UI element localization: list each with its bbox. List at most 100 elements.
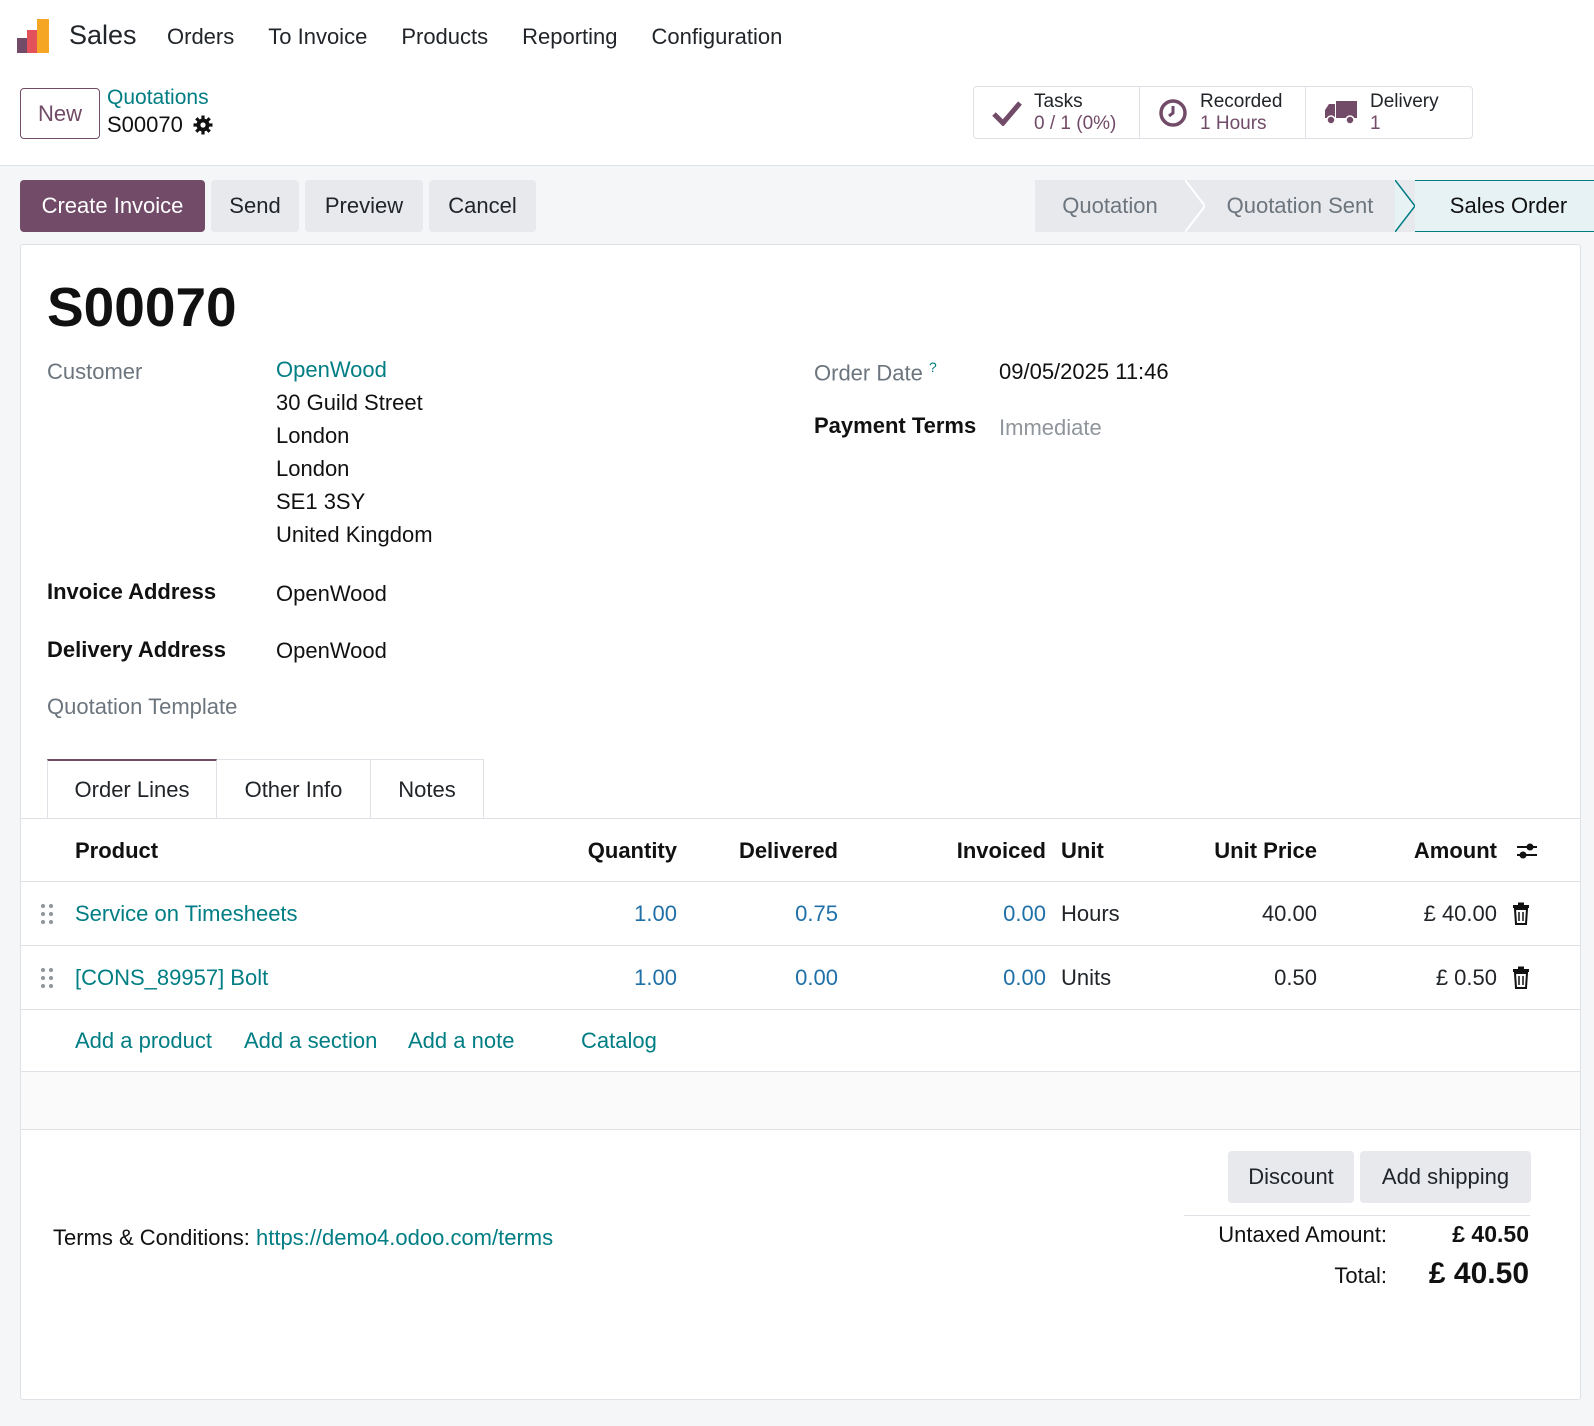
preview-button[interactable]: Preview xyxy=(305,180,423,232)
tasks-smart-button[interactable]: Tasks 0 / 1 (0%) xyxy=(974,87,1140,138)
row-unit[interactable]: Hours xyxy=(1061,882,1120,946)
add-shipping-button[interactable]: Add shipping xyxy=(1360,1151,1531,1203)
menu-to-invoice[interactable]: To Invoice xyxy=(268,24,367,50)
stage-quotation-sent[interactable]: Quotation Sent xyxy=(1205,180,1395,232)
address-line: SE1 3SY xyxy=(276,489,366,514)
payment-terms-field[interactable]: Immediate xyxy=(999,415,1102,441)
sales-app-icon[interactable] xyxy=(16,18,52,54)
row-product[interactable]: [CONS_89957] Bolt xyxy=(75,946,268,1010)
stage-pipeline: Quotation Quotation Sent Sales Order xyxy=(1035,180,1594,232)
stage-arrow-icon xyxy=(1185,180,1205,232)
delivery-value: 1 xyxy=(1370,112,1381,134)
row-quantity[interactable]: 1.00 xyxy=(541,882,677,946)
total-value: £ 40.50 xyxy=(1428,1257,1529,1290)
gear-icon[interactable] xyxy=(193,115,213,135)
recorded-smart-button[interactable]: Recorded 1 Hours xyxy=(1140,87,1306,138)
total-label: Total: xyxy=(1334,1263,1387,1288)
header-invoiced[interactable]: Invoiced xyxy=(901,819,1046,883)
clock-icon xyxy=(1159,98,1187,127)
menu-reporting[interactable]: Reporting xyxy=(522,24,617,50)
tab-other-info[interactable]: Other Info xyxy=(217,759,371,819)
empty-row xyxy=(21,1072,1580,1130)
terms-label: Terms & Conditions: xyxy=(53,1225,250,1250)
header-unit[interactable]: Unit xyxy=(1061,819,1104,883)
tab-order-lines[interactable]: Order Lines xyxy=(47,759,217,819)
customer-field[interactable]: OpenWood 30 Guild Street London London S… xyxy=(276,353,433,551)
table-row[interactable]: [CONS_89957] Bolt 1.00 0.00 0.00 Units 0… xyxy=(21,946,1580,1010)
top-navbar: Sales Orders To Invoice Products Reporti… xyxy=(0,0,1594,74)
catalog-link[interactable]: Catalog xyxy=(581,1028,657,1054)
delivery-smart-button[interactable]: Delivery 1 xyxy=(1306,87,1472,138)
tasks-label: Tasks xyxy=(1034,90,1083,112)
main-menu: Orders To Invoice Products Reporting Con… xyxy=(167,24,816,50)
status-bar: Create Invoice Send Preview Cancel Quota… xyxy=(0,166,1594,244)
form-tabs: Order Lines Other Info Notes xyxy=(47,759,484,819)
row-amount: £ 40.00 xyxy=(1423,901,1497,926)
address-line: United Kingdom xyxy=(276,522,433,547)
stage-quotation[interactable]: Quotation xyxy=(1035,180,1185,232)
discount-button[interactable]: Discount xyxy=(1228,1151,1354,1203)
app-name[interactable]: Sales xyxy=(69,20,137,51)
quotation-template-label: Quotation Template xyxy=(47,694,238,719)
row-unit[interactable]: Units xyxy=(1061,946,1111,1010)
new-button[interactable]: New xyxy=(20,88,100,139)
row-invoiced[interactable]: 0.00 xyxy=(901,946,1046,1010)
add-line-row: Add a product Add a section Add a note C… xyxy=(21,1010,1580,1072)
row-product[interactable]: Service on Timesheets xyxy=(75,882,298,946)
delivery-address-field[interactable]: OpenWood xyxy=(276,638,387,664)
tab-notes[interactable]: Notes xyxy=(371,759,484,819)
header-product[interactable]: Product xyxy=(75,819,158,883)
menu-orders[interactable]: Orders xyxy=(167,24,234,50)
row-delivered[interactable]: 0.75 xyxy=(701,882,838,946)
menu-products[interactable]: Products xyxy=(401,24,488,50)
drag-handle-icon[interactable] xyxy=(40,966,54,990)
table-row[interactable]: Service on Timesheets 1.00 0.75 0.00 Hou… xyxy=(21,882,1580,946)
terms-and-conditions: Terms & Conditions: https://demo4.odoo.c… xyxy=(53,1225,553,1251)
drag-handle-icon[interactable] xyxy=(40,902,54,926)
add-note-link[interactable]: Add a note xyxy=(408,1028,514,1054)
header-amount[interactable]: Amount xyxy=(1361,819,1497,883)
smart-buttons: Tasks 0 / 1 (0%) Recorded 1 Hours Delive… xyxy=(973,86,1473,139)
order-date-field[interactable]: 09/05/2025 11:46 xyxy=(999,359,1169,385)
cancel-button[interactable]: Cancel xyxy=(429,180,536,232)
row-quantity[interactable]: 1.00 xyxy=(541,946,677,1010)
invoice-address-field[interactable]: OpenWood xyxy=(276,581,387,607)
table-header: Product Quantity Delivered Invoiced Unit… xyxy=(21,818,1580,882)
untaxed-amount-label: Untaxed Amount: xyxy=(1218,1222,1387,1247)
row-delivered[interactable]: 0.00 xyxy=(701,946,838,1010)
row-invoiced[interactable]: 0.00 xyxy=(901,882,1046,946)
menu-configuration[interactable]: Configuration xyxy=(652,24,783,50)
add-product-link[interactable]: Add a product xyxy=(75,1028,212,1054)
header-unit-price[interactable]: Unit Price xyxy=(1171,819,1317,883)
breadcrumb-current: S00070 xyxy=(107,112,213,138)
address-line: London xyxy=(276,456,350,481)
stage-arrow-icon xyxy=(1395,180,1415,232)
send-button[interactable]: Send xyxy=(211,180,299,232)
check-icon xyxy=(992,100,1022,126)
help-icon[interactable]: ? xyxy=(929,359,937,375)
order-date-label-text: Order Date xyxy=(814,360,923,386)
recorded-label: Recorded xyxy=(1200,90,1283,112)
delivery-label: Delivery xyxy=(1370,90,1439,112)
customer-name-link[interactable]: OpenWood xyxy=(276,353,433,386)
trash-icon[interactable] xyxy=(1511,902,1531,926)
header-delivered[interactable]: Delivered xyxy=(701,819,838,883)
tasks-value: 0 / 1 (0%) xyxy=(1034,112,1117,134)
address-line: London xyxy=(276,423,350,448)
optional-columns-icon[interactable] xyxy=(1515,839,1539,863)
create-invoice-button[interactable]: Create Invoice xyxy=(20,180,205,232)
breadcrumb-current-label: S00070 xyxy=(107,112,183,137)
trash-icon[interactable] xyxy=(1511,966,1531,990)
add-section-link[interactable]: Add a section xyxy=(244,1028,377,1054)
order-date-label: Order Date ? xyxy=(814,359,937,386)
delivery-address-label: Delivery Address xyxy=(47,637,226,662)
invoice-address-label: Invoice Address xyxy=(47,579,217,604)
stage-sales-order[interactable]: Sales Order xyxy=(1415,180,1594,232)
row-unit-price[interactable]: 0.50 xyxy=(1171,946,1317,1010)
header-quantity[interactable]: Quantity xyxy=(541,819,677,883)
row-unit-price[interactable]: 40.00 xyxy=(1171,882,1317,946)
order-title: S00070 xyxy=(47,276,237,338)
totals-divider xyxy=(1184,1215,1530,1216)
breadcrumb-quotations[interactable]: Quotations xyxy=(107,86,209,110)
terms-link[interactable]: https://demo4.odoo.com/terms xyxy=(256,1225,553,1250)
